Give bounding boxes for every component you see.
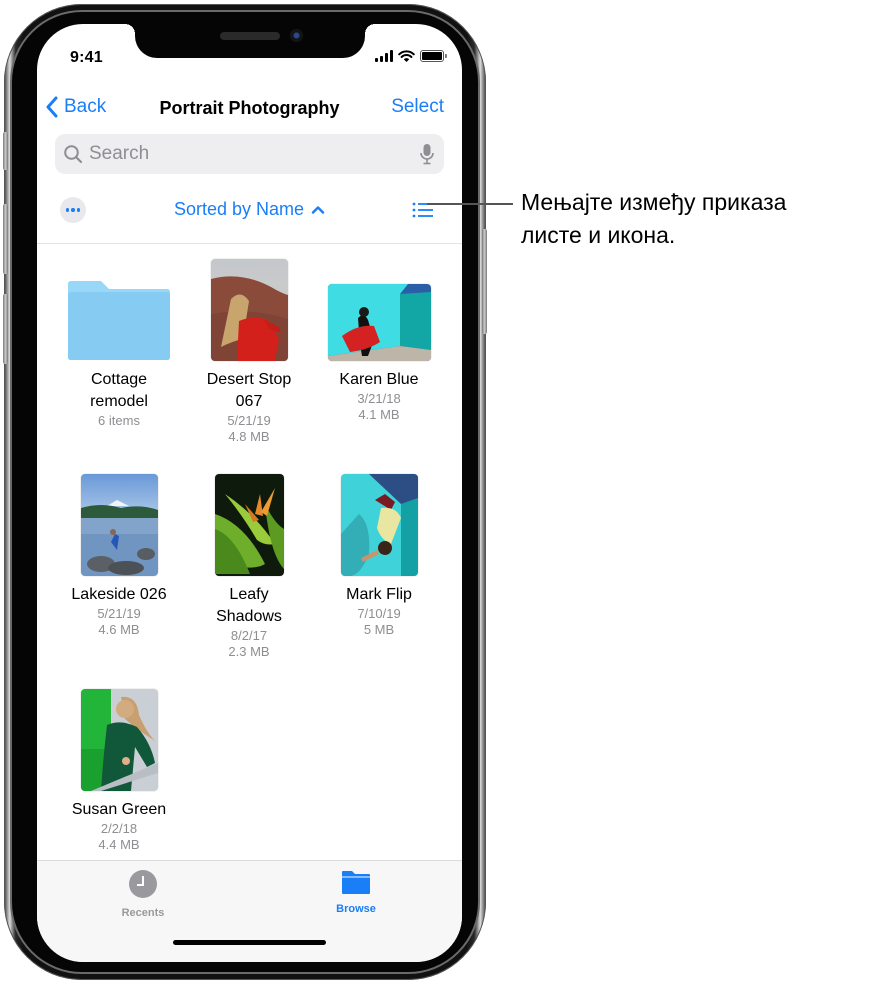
item-count: 6 items <box>98 413 140 428</box>
item-name-line2: remodel <box>90 393 148 410</box>
photo-thumbnail <box>327 284 431 361</box>
item-name: Susan Green <box>71 801 167 818</box>
item-name: Mark Flip <box>346 586 412 603</box>
photo-item[interactable]: Karen Blue 3/21/18 4.1 MB <box>314 257 444 423</box>
item-name: Lakeside 026 <box>71 586 167 603</box>
wifi-icon <box>398 50 415 62</box>
item-date: 3/21/18 <box>357 391 401 406</box>
photo-item[interactable]: Susan Green 2/2/18 4.4 MB <box>54 687 184 853</box>
item-date: 2/2/18 <box>100 821 138 836</box>
tab-label: Recents <box>121 907 165 919</box>
photo-thumbnail <box>210 259 288 361</box>
back-button[interactable]: Back <box>45 96 106 118</box>
microphone-icon[interactable] <box>420 143 434 165</box>
item-name: Cottage <box>90 371 148 388</box>
photo-item[interactable]: Desert Stop 067 5/21/19 4.8 MB <box>184 257 314 445</box>
side-button <box>482 229 487 334</box>
battery-icon <box>420 50 447 62</box>
select-button[interactable]: Select <box>391 96 444 118</box>
status-time: 9:41 <box>70 49 103 66</box>
callout-annotation: Мењајте између приказа листе и икона. <box>521 186 871 252</box>
speaker-grille <box>220 32 280 40</box>
photo-item[interactable]: Mark Flip 7/10/19 5 MB <box>314 472 444 638</box>
chevron-up-icon <box>311 206 325 214</box>
sort-label: Sorted by Name <box>173 199 305 219</box>
photo-item[interactable]: Lakeside 026 5/21/19 4.6 MB <box>54 472 184 638</box>
folder-icon <box>68 281 170 360</box>
battery-level <box>422 52 442 60</box>
front-camera <box>290 29 303 42</box>
item-date: 7/10/19 <box>357 606 401 621</box>
sort-control: Sorted by Name <box>37 199 462 220</box>
item-size: 4.4 MB <box>98 837 140 852</box>
back-label: Back <box>64 96 107 117</box>
item-date: 5/21/19 <box>97 606 141 621</box>
item-date: 5/21/19 <box>227 413 271 428</box>
screen: 9:41 Back Portrait Photography Select Se… <box>37 24 462 962</box>
silent-switch <box>3 132 8 170</box>
status-icons <box>375 50 447 62</box>
item-size: 4.1 MB <box>358 407 400 422</box>
volume-down-button <box>3 294 8 364</box>
search-bar <box>55 134 444 174</box>
file-grid: Cottage remodel 6 items Desert Stop 067 … <box>37 244 462 859</box>
search-input[interactable] <box>89 143 420 165</box>
callout-line-2: листе и икона. <box>521 222 676 248</box>
item-name-line2: Shadows <box>216 608 282 625</box>
sort-button[interactable]: Sorted by Name <box>174 199 325 220</box>
chevron-left-icon <box>46 96 58 118</box>
folder-icon <box>342 871 370 894</box>
tab-recents[interactable]: Recents <box>98 869 188 919</box>
folder-item[interactable]: Cottage remodel 6 items <box>54 257 184 429</box>
item-name: Desert Stop <box>206 371 292 388</box>
item-size: 4.8 MB <box>228 429 270 444</box>
item-size: 4.6 MB <box>98 622 140 637</box>
cellular-signal-icon <box>375 50 393 62</box>
callout-line-1: Мењајте између приказа <box>521 189 787 215</box>
phone-frame: 9:41 Back Portrait Photography Select Se… <box>3 4 487 980</box>
photo-thumbnail <box>80 474 158 576</box>
photo-thumbnail <box>340 474 418 576</box>
item-size: 5 MB <box>363 622 395 637</box>
tab-bar: Recents Browse <box>37 860 462 962</box>
browser-toolbar: Sorted by Name <box>37 189 462 233</box>
clock-icon <box>129 870 157 898</box>
photo-item[interactable]: Leafy Shadows 8/2/17 2.3 MB <box>184 472 314 660</box>
search-icon <box>64 145 83 164</box>
item-size: 2.3 MB <box>228 644 270 659</box>
photo-thumbnail <box>214 474 284 576</box>
callout-line <box>427 203 513 205</box>
notch <box>125 24 375 58</box>
item-name: Karen Blue <box>339 371 419 388</box>
home-indicator[interactable] <box>173 940 326 945</box>
photo-thumbnail <box>80 689 158 791</box>
item-date: 8/2/17 <box>230 628 268 643</box>
volume-up-button <box>3 204 8 274</box>
item-name-line2: 067 <box>235 393 263 410</box>
tab-browse[interactable]: Browse <box>311 869 401 915</box>
navigation-bar: Back Portrait Photography Select <box>37 90 462 126</box>
tab-label: Browse <box>336 903 376 915</box>
item-name: Leafy <box>229 586 269 603</box>
